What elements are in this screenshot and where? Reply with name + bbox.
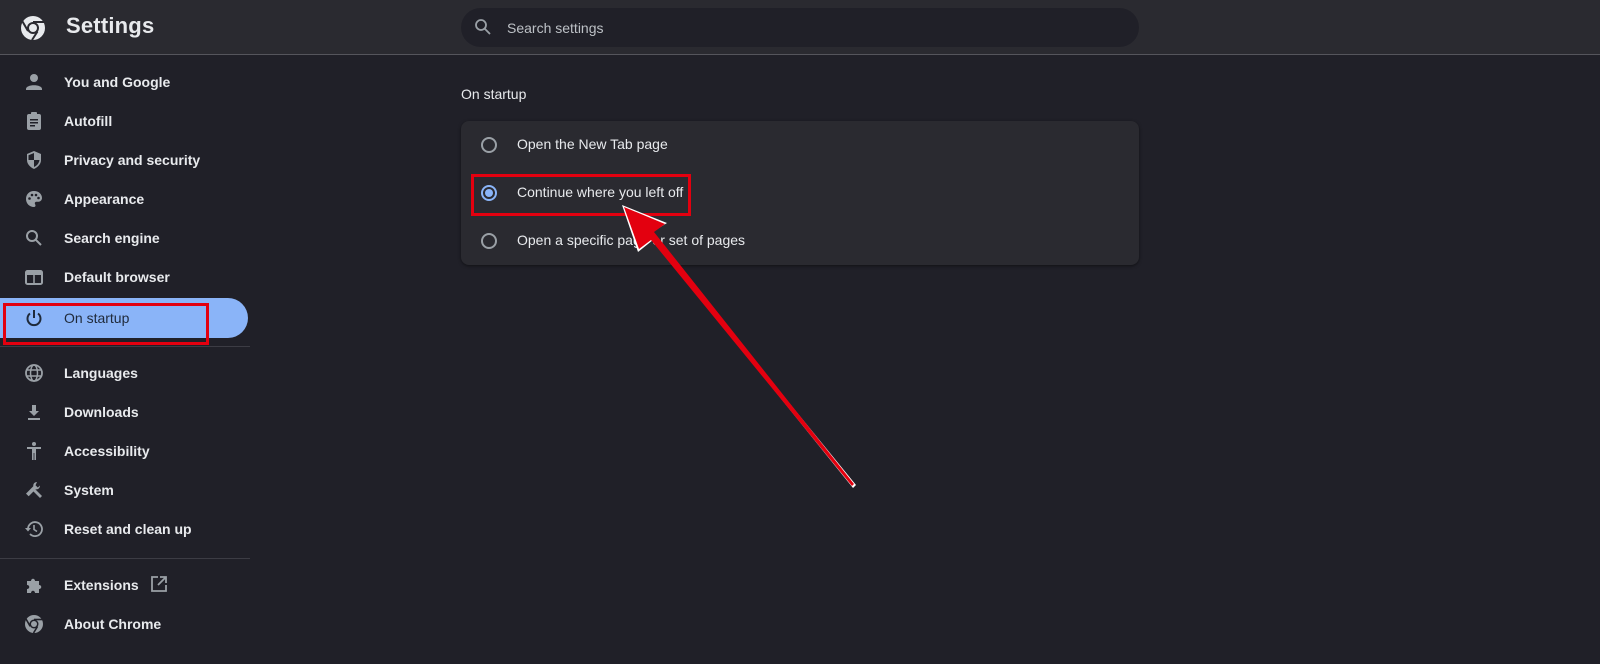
sidebar-item-accessibility[interactable]: Accessibility bbox=[0, 431, 248, 471]
sidebar-item-system[interactable]: System bbox=[0, 470, 248, 510]
download-icon bbox=[28, 405, 40, 420]
section-title: On startup bbox=[461, 86, 527, 102]
sidebar-item-languages[interactable]: Languages bbox=[0, 353, 248, 393]
chrome-logo-icon bbox=[25, 615, 43, 634]
sidebar-item-appearance[interactable]: Appearance bbox=[0, 179, 248, 219]
sidebar-item-label: System bbox=[64, 482, 114, 498]
header: Settings bbox=[0, 0, 1600, 55]
power-icon bbox=[26, 310, 42, 327]
sidebar-item-label: You and Google bbox=[64, 74, 171, 90]
search-icon bbox=[26, 230, 42, 246]
sidebar-item-search-engine[interactable]: Search engine bbox=[0, 218, 248, 258]
wrench-icon bbox=[26, 482, 42, 498]
radio-button[interactable] bbox=[481, 233, 497, 249]
sidebar-item-label: About Chrome bbox=[64, 616, 162, 632]
search-input[interactable] bbox=[507, 8, 1107, 47]
radio-button-checked[interactable] bbox=[481, 185, 497, 201]
sidebar-item-label: Languages bbox=[64, 365, 138, 381]
sidebar-item-about-chrome[interactable]: About Chrome bbox=[0, 604, 248, 644]
sidebar-item-extensions[interactable]: Extensions bbox=[0, 565, 248, 605]
sidebar-item-label: Reset and clean up bbox=[64, 521, 192, 537]
option-label: Open a specific page or set of pages bbox=[517, 232, 746, 248]
sidebar-item-privacy-and-security[interactable]: Privacy and security bbox=[0, 140, 248, 180]
sidebar-item-label: Appearance bbox=[64, 191, 145, 207]
sidebar-item-default-browser[interactable]: Default browser bbox=[0, 257, 248, 297]
startup-option-continue[interactable]: Continue where you left off bbox=[461, 169, 1139, 217]
sidebar-divider bbox=[0, 346, 250, 347]
chrome-logo-icon bbox=[21, 16, 45, 41]
puzzle-icon bbox=[27, 578, 42, 593]
sidebar-item-reset-and-clean-up[interactable]: Reset and clean up bbox=[0, 509, 248, 549]
clipboard-icon bbox=[27, 112, 41, 130]
sidebar-divider bbox=[0, 558, 250, 559]
sidebar-item-label: Default browser bbox=[64, 269, 170, 285]
shield-icon bbox=[27, 151, 41, 169]
app-title: Settings bbox=[66, 13, 155, 38]
person-icon bbox=[26, 74, 42, 90]
sidebar-item-label: Downloads bbox=[64, 404, 139, 420]
sidebar-item-label: Search engine bbox=[64, 230, 160, 246]
history-icon bbox=[25, 521, 43, 537]
sidebar-item-label: Extensions bbox=[64, 577, 139, 593]
sidebar: You and Google Autofill Privacy and secu… bbox=[0, 56, 250, 664]
globe-icon bbox=[25, 364, 43, 382]
startup-options-card: Open the New Tab page Continue where you… bbox=[461, 121, 1139, 265]
startup-option-specific-pages[interactable]: Open a specific page or set of pages bbox=[461, 217, 1139, 265]
sidebar-item-on-startup[interactable]: On startup bbox=[0, 298, 248, 338]
option-label: Open the New Tab page bbox=[517, 136, 668, 152]
sidebar-item-label: Accessibility bbox=[64, 443, 150, 459]
search-icon bbox=[475, 19, 491, 35]
sidebar-item-you-and-google[interactable]: You and Google bbox=[0, 62, 248, 102]
startup-option-new-tab[interactable]: Open the New Tab page bbox=[461, 121, 1139, 169]
sidebar-item-autofill[interactable]: Autofill bbox=[0, 101, 248, 141]
radio-button[interactable] bbox=[481, 137, 497, 153]
accessibility-icon bbox=[27, 442, 41, 460]
palette-icon bbox=[26, 191, 42, 207]
sidebar-item-label: On startup bbox=[64, 310, 130, 326]
search-box[interactable] bbox=[461, 8, 1139, 47]
sidebar-item-downloads[interactable]: Downloads bbox=[0, 392, 248, 432]
browser-window-icon bbox=[25, 270, 43, 285]
option-label: Continue where you left off bbox=[517, 184, 684, 200]
sidebar-item-label: Autofill bbox=[64, 113, 113, 129]
open-in-new-icon bbox=[151, 576, 167, 592]
sidebar-item-label: Privacy and security bbox=[64, 152, 201, 168]
